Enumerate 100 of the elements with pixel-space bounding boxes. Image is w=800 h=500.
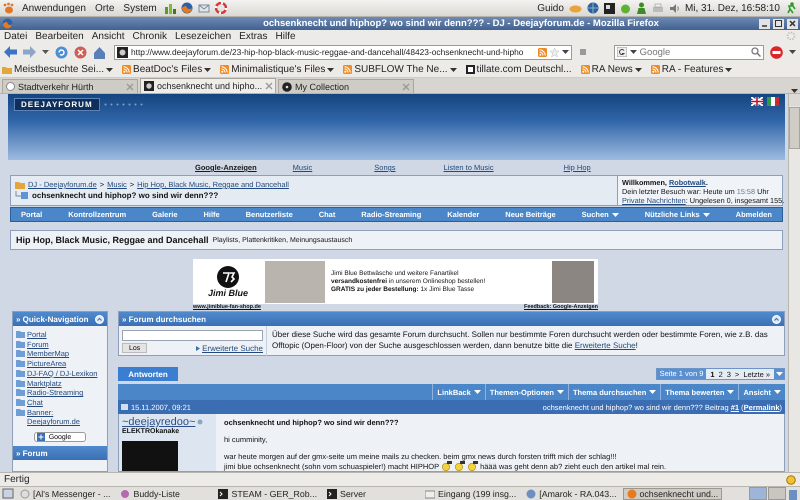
bookmark[interactable]: RA News (592, 64, 633, 75)
panel-menu[interactable]: System (121, 2, 159, 14)
feed-icon (220, 65, 230, 74)
star-icon[interactable] (550, 48, 559, 56)
caret-icon[interactable] (634, 68, 642, 72)
taskbar-button[interactable]: Buddy-Liste (116, 488, 212, 500)
caret-icon[interactable] (42, 50, 49, 54)
caret-icon (630, 50, 637, 54)
feed-icon (580, 65, 590, 74)
taskbar-button[interactable]: [Amarok - RA.043... (522, 488, 621, 500)
stop-icon[interactable] (74, 46, 87, 58)
collapse-icon[interactable] (772, 314, 781, 324)
disc-icon (282, 82, 292, 92)
bookmark[interactable]: tillate.com Deutschl... (476, 64, 572, 75)
browser-globe-icon[interactable] (180, 2, 193, 14)
menu-item[interactable]: Bearbeiten (35, 30, 84, 42)
printer-icon (652, 2, 664, 14)
window-title: ochsenknecht und hiphop? wo sind wir denn??? - DJ - Deejayforum.de - Mozilla Firefox (262, 18, 660, 29)
circle-logo-icon (217, 266, 239, 288)
page-menu-button[interactable] (774, 369, 784, 379)
taskbar-button[interactable]: STEAM - GER_Rob... (214, 488, 322, 500)
caret-icon[interactable] (789, 50, 796, 54)
bookmark[interactable]: SUBFLOW The Ne... (354, 64, 448, 75)
browser-tab[interactable]: My Collection (278, 79, 414, 93)
address-bar[interactable]: http://www.deejayforum.de/23-hip-hop-black-music-reggae-and-dancehall/48423-ochsenknecht-und-hipho (114, 44, 572, 60)
scrollbar[interactable] (788, 94, 800, 472)
advanced-search-link[interactable]: Erweiterte Suche (574, 341, 636, 350)
menu-item[interactable]: Extras (239, 30, 268, 42)
folder-icon (15, 180, 25, 188)
maximize-button[interactable] (773, 18, 784, 28)
back-arrow-icon[interactable] (4, 46, 17, 58)
globe-icon (586, 2, 599, 14)
taskbar-button[interactable]: Eingang (199 insg... (421, 488, 520, 500)
photo-placeholder (265, 260, 325, 302)
close-button[interactable] (787, 18, 798, 28)
close-icon[interactable] (265, 82, 274, 90)
collapse-icon[interactable] (95, 314, 104, 324)
running-person-icon (785, 2, 797, 14)
bookmark[interactable]: BeatDoc's Files (133, 64, 202, 75)
google-engine-icon (616, 47, 627, 57)
folder-icon (2, 66, 12, 74)
reload-icon[interactable] (55, 46, 68, 58)
menu-item[interactable]: Chronik (132, 30, 167, 42)
bookmark[interactable]: RA - Features (662, 64, 724, 75)
taskbar-button[interactable]: ochsenknecht und... (622, 488, 722, 500)
dots-icon (104, 103, 144, 106)
search-bar[interactable]: Google (614, 44, 764, 60)
author-link[interactable]: ~deejayredoo~ (122, 416, 196, 428)
caret-icon[interactable] (327, 68, 334, 72)
taskbar-button[interactable]: Server (323, 488, 420, 500)
person-icon (636, 2, 647, 14)
bookmark[interactable]: Meistbesuchte Sei... (14, 64, 104, 75)
menu-item[interactable]: Hilfe (276, 30, 296, 42)
page-icon (466, 65, 475, 74)
speaker-icon[interactable] (668, 2, 680, 14)
bookmark[interactable]: Minimalistique's Files (231, 64, 326, 75)
panel-menu[interactable]: Orte (92, 2, 116, 14)
panel-menu[interactable]: Anwendungen (20, 2, 88, 14)
chart-icon[interactable] (164, 2, 176, 14)
caret-icon[interactable] (204, 68, 212, 72)
forum-title: Hip Hop, Black Music, Reggae and Dancehall (16, 235, 209, 245)
caret-icon (776, 372, 782, 376)
menu-item[interactable]: Ansicht (92, 30, 125, 42)
photo-placeholder (552, 260, 594, 302)
maximize-icon (774, 19, 783, 28)
caret-icon[interactable] (562, 50, 569, 54)
trash-icon[interactable] (788, 488, 798, 500)
caret-icon[interactable] (725, 68, 732, 72)
search-input[interactable] (122, 330, 263, 341)
firefox-icon (2, 18, 13, 29)
browser-tab[interactable]: Stadtverkehr Hürth (2, 79, 138, 93)
avatar-image (122, 441, 178, 471)
site-icon (144, 81, 154, 91)
uk-flag-icon[interactable] (751, 97, 763, 106)
menu-item[interactable]: Datei (4, 30, 28, 42)
search-icon[interactable] (751, 47, 761, 57)
forum-logo: DEEJAYFORUM (14, 98, 100, 111)
minimize-button[interactable] (759, 18, 770, 28)
search-input[interactable]: Google (640, 46, 748, 58)
show-desktop-icon[interactable] (2, 488, 14, 499)
advanced-search-link[interactable]: Erweiterte Suche (202, 344, 263, 352)
reply-button[interactable]: Antworten (118, 367, 178, 381)
feed-icon (538, 48, 547, 56)
panel-title: » Forum (16, 448, 48, 458)
caret-icon[interactable] (106, 68, 114, 72)
page-icon (6, 82, 15, 91)
menu-item[interactable]: Lesezeichen (175, 30, 232, 42)
home-icon[interactable] (93, 46, 106, 58)
lifebuoy-icon[interactable] (214, 2, 227, 14)
browser-tab[interactable]: ochsenknecht und hipho... (140, 78, 276, 93)
feed-icon (650, 65, 660, 74)
panel-title: » Quick-Navigation (16, 314, 88, 324)
taskbar-button[interactable]: [Al's Messenger - ... (16, 488, 114, 500)
italy-flag-icon[interactable] (767, 97, 779, 106)
mail-icon[interactable] (198, 2, 210, 14)
search-info: Über diese Suche wird das gesamte Forum durchsucht. Sollen nur bestimmte Foren durchsucht werden oder bestimmte Foren, wie z.B. das Offtopic (Open-Floor) von der Suche ausgeschlossen werden, dann benutze bitte die Erweiterte Suche! (271, 329, 769, 352)
adblock-icon[interactable] (770, 46, 783, 58)
user-name: Guido (537, 2, 564, 14)
workspace-switcher[interactable] (749, 487, 786, 500)
caret-icon[interactable] (450, 68, 457, 72)
